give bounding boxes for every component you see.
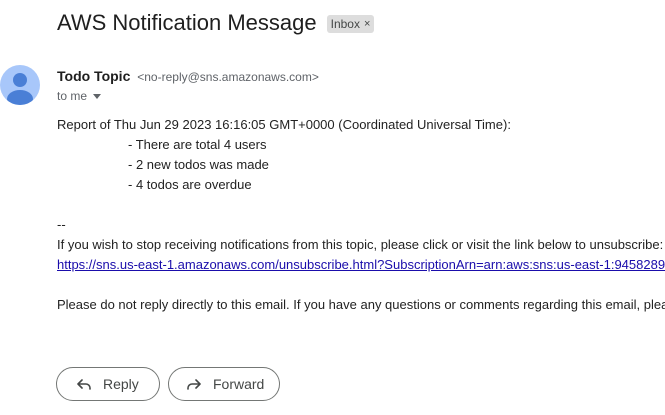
inbox-label-chip[interactable]: Inbox × bbox=[326, 15, 375, 33]
report-item: - 4 todos are overdue bbox=[128, 177, 252, 192]
unsubscribe-text: If you wish to stop receiving notificati… bbox=[57, 237, 664, 252]
sender-avatar[interactable] bbox=[0, 65, 40, 105]
label-chip-text: Inbox bbox=[330, 17, 360, 31]
sender-row: Todo Topic <no-reply@sns.amazonaws.com> bbox=[57, 67, 319, 86]
forward-button[interactable]: Forward bbox=[168, 367, 280, 401]
forward-label: Forward bbox=[213, 376, 265, 392]
recipient-row[interactable]: to me bbox=[57, 88, 102, 104]
reply-label: Reply bbox=[103, 376, 139, 392]
report-item: - 2 new todos was made bbox=[128, 157, 269, 172]
email-subject: AWS Notification Message bbox=[57, 10, 317, 35]
recipient-text: to me bbox=[57, 89, 88, 103]
forward-arrow-icon bbox=[185, 375, 203, 393]
footer-text: Please do not reply directly to this ema… bbox=[57, 297, 665, 312]
remove-label-icon[interactable]: × bbox=[364, 18, 370, 30]
sender-name[interactable]: Todo Topic bbox=[57, 68, 130, 84]
report-intro: Report of Thu Jun 29 2023 16:16:05 GMT+0… bbox=[57, 117, 511, 132]
report-item: - There are total 4 users bbox=[128, 137, 267, 152]
person-icon bbox=[7, 73, 33, 105]
subject-row: AWS Notification Message Inbox × bbox=[57, 9, 375, 37]
signature-separator: -- bbox=[57, 217, 66, 232]
caret-down-icon[interactable] bbox=[93, 94, 102, 99]
reply-button[interactable]: Reply bbox=[56, 367, 160, 401]
sender-email: <no-reply@sns.amazonaws.com> bbox=[137, 70, 319, 84]
reply-arrow-icon bbox=[75, 375, 93, 393]
email-body: Report of Thu Jun 29 2023 16:16:05 GMT+0… bbox=[57, 115, 665, 315]
email-view: AWS Notification Message Inbox × Todo To… bbox=[0, 0, 665, 415]
unsubscribe-link[interactable]: https://sns.us-east-1.amazonaws.com/unsu… bbox=[57, 257, 665, 272]
